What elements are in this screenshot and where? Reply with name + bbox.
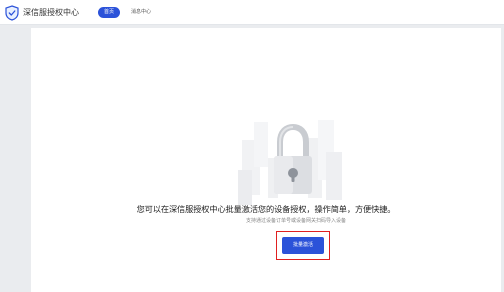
main-message: 您可以在深信服授权中心批量激活您的设备授权，操作简单，方便快捷。 — [136, 204, 396, 214]
padlock-icon — [238, 110, 348, 210]
brand[interactable]: 深信服授权中心 — [5, 4, 79, 21]
sub-message: 支持通过设备订单号或设备网关扫码导入设备 — [245, 218, 346, 224]
top-bar: 深信服授权中心 首页 消息中心 — [0, 0, 504, 25]
nav-home-tab[interactable]: 首页 — [98, 7, 120, 18]
sidebar — [0, 25, 31, 292]
main-panel: 您可以在深信服授权中心批量激活您的设备授权，操作简单，方便快捷。 支持通过设备订… — [31, 28, 501, 292]
shield-check-icon — [5, 4, 19, 21]
nav-messages-tab[interactable]: 消息中心 — [131, 7, 151, 18]
batch-activate-button[interactable]: 批量激活 — [282, 237, 324, 254]
app-title: 深信服授权中心 — [23, 8, 79, 17]
